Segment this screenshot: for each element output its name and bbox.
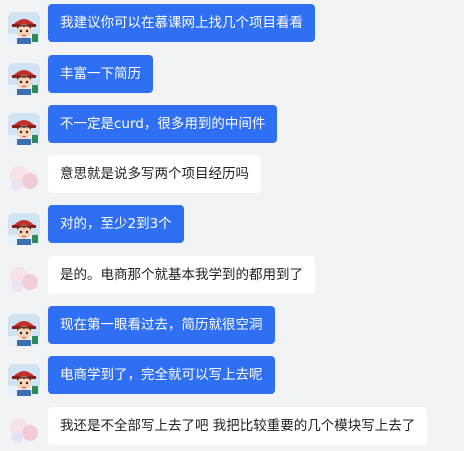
message-row: 我建议你可以在慕课网上找几个项目看看: [0, 4, 464, 44]
message-row: 意思就是说多写两个项目经历吗: [0, 155, 464, 195]
message-row: 是的。电商那个就基本我学到的都用到了: [0, 256, 464, 296]
message-bubble-sent[interactable]: 不一定是curd，很多用到的中间件: [48, 105, 278, 143]
message-bubble-sent[interactable]: 对的，至少2到3个: [48, 205, 184, 243]
message-row: 不一定是curd，很多用到的中间件: [0, 105, 464, 145]
message-row: 现在第一眼看过去，简历就很空洞: [0, 306, 464, 346]
avatar[interactable]: [8, 12, 40, 44]
message-row: 丰富一下简历: [0, 55, 464, 95]
avatar[interactable]: [8, 314, 40, 346]
message-bubble-received[interactable]: 我还是不全部写上去了吧 我把比较重要的几个模块写上去了: [48, 407, 428, 445]
message-bubble-received[interactable]: 是的。电商那个就基本我学到的都用到了: [48, 256, 315, 294]
message-row: 对的，至少2到3个: [0, 205, 464, 245]
message-bubble-sent[interactable]: 现在第一眼看过去，简历就很空洞: [48, 306, 275, 344]
message-row: 我还是不全部写上去了吧 我把比较重要的几个模块写上去了: [0, 407, 464, 447]
avatar[interactable]: [8, 415, 42, 445]
avatar[interactable]: [8, 163, 42, 193]
avatar[interactable]: [8, 63, 40, 95]
avatar[interactable]: [8, 364, 40, 396]
message-bubble-sent[interactable]: 丰富一下简历: [48, 55, 153, 93]
message-bubble-sent[interactable]: 我建议你可以在慕课网上找几个项目看看: [48, 4, 315, 42]
chat-message-list[interactable]: 我建议你可以在慕课网上找几个项目看看 丰富一下简历 不一定是curd，很多用到的…: [0, 0, 464, 451]
message-bubble-received[interactable]: 意思就是说多写两个项目经历吗: [48, 155, 261, 193]
message-row: 电商学到了，完全就可以写上去呢: [0, 356, 464, 396]
message-bubble-sent[interactable]: 电商学到了，完全就可以写上去呢: [48, 356, 275, 394]
avatar[interactable]: [8, 213, 40, 245]
avatar[interactable]: [8, 113, 40, 145]
avatar[interactable]: [8, 264, 42, 294]
